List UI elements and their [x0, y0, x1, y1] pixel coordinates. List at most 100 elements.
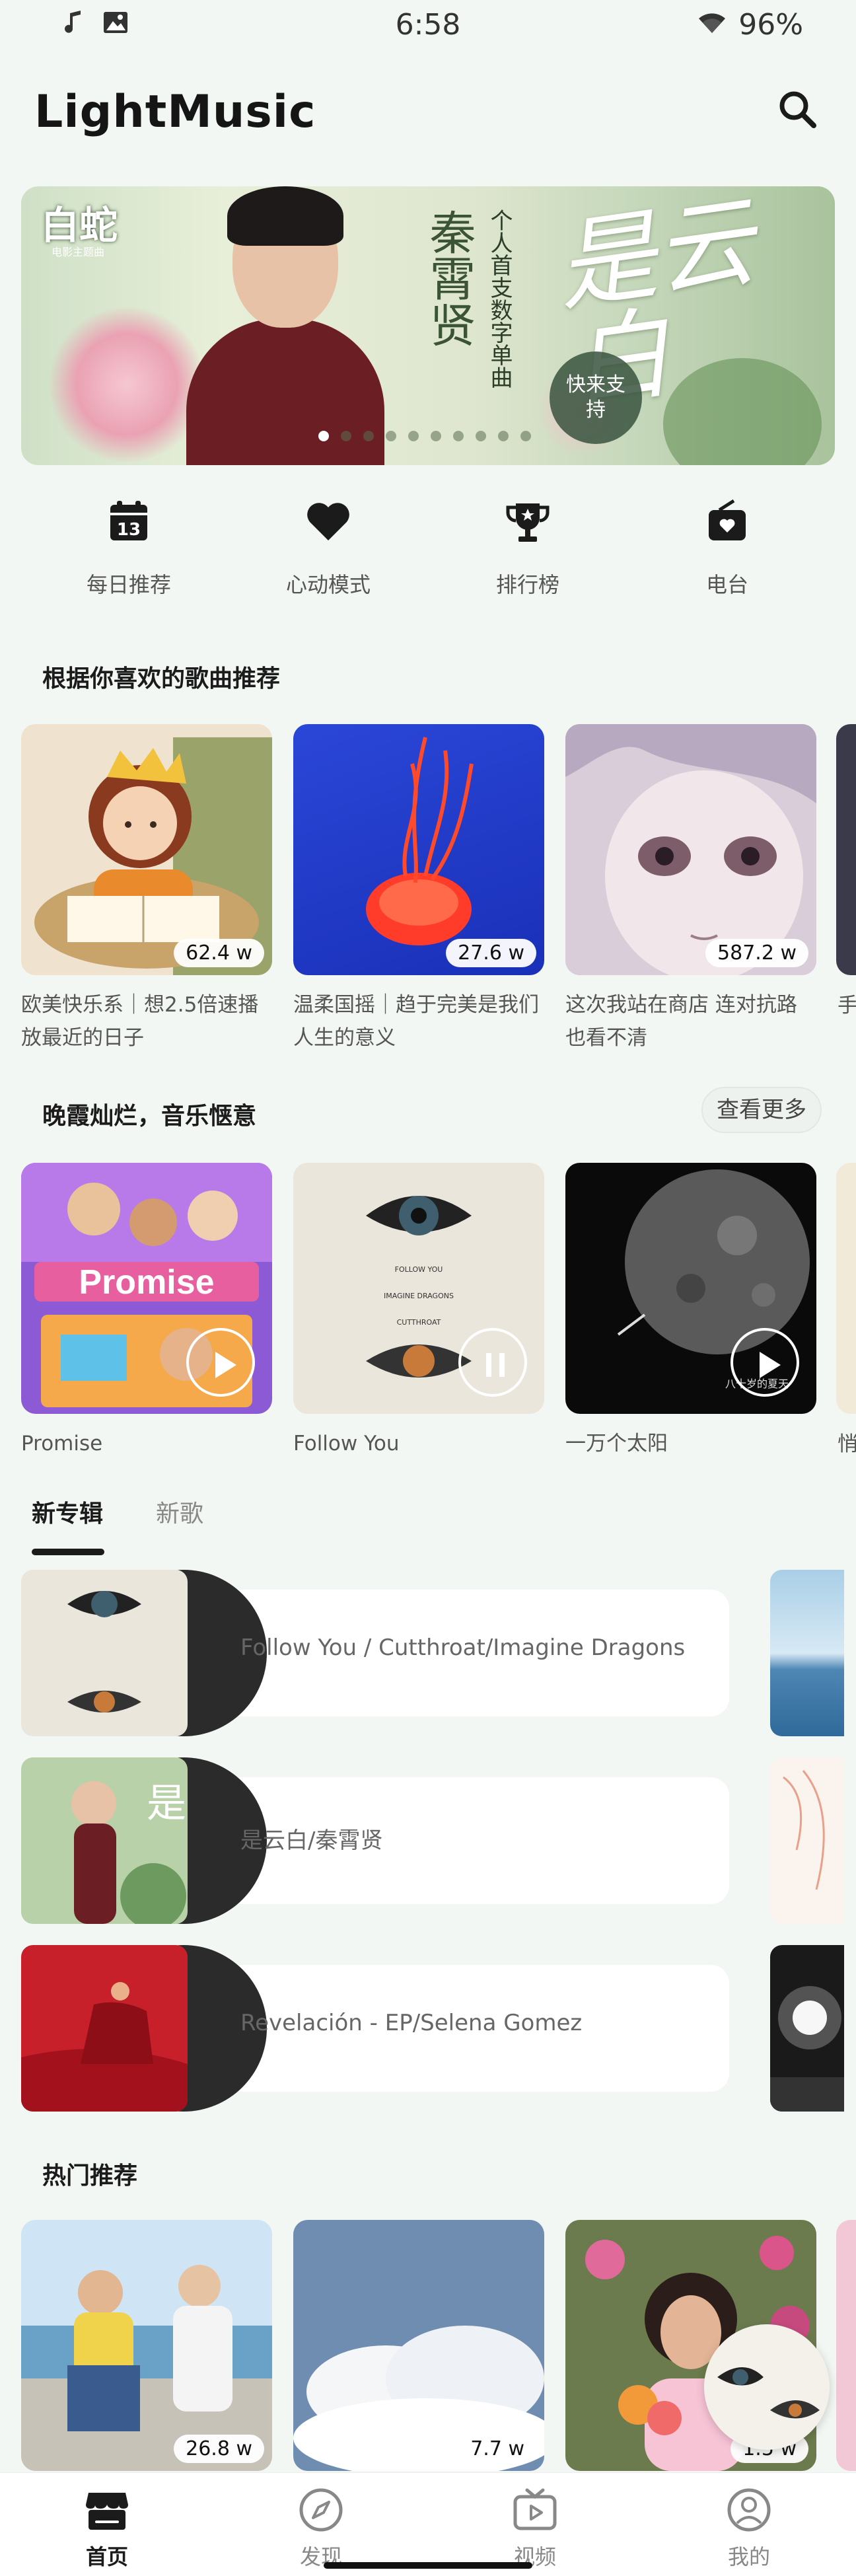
playlist-cover: 62.4 w — [21, 724, 272, 975]
song-title-peek: 悄 — [838, 1432, 856, 1456]
banner-seal: 快来支持 — [550, 351, 642, 444]
compass-icon — [296, 2485, 346, 2535]
play-icon — [760, 1352, 781, 1378]
album-item-peek[interactable] — [770, 1757, 844, 1924]
playlist-title: 这次我站在商店 连对抗路也看不清 — [565, 993, 797, 1050]
recommend-playlists: 62.4 w 欧美快乐系｜想2.5倍速播放最近的日子 27.6 w 温柔国摇｜趋… — [21, 724, 816, 1054]
song-cover: 八十岁的夏天 — [565, 1163, 816, 1414]
play-count-badge: 7.7 w — [458, 2435, 536, 2463]
playlist-card[interactable]: 62.4 w 欧美快乐系｜想2.5倍速播放最近的日子 — [21, 724, 272, 1054]
home-indicator — [324, 2562, 532, 2569]
play-count-badge: 62.4 w — [174, 939, 264, 967]
album-item-peek[interactable] — [770, 1945, 844, 2112]
radio-icon — [701, 496, 754, 548]
calendar-icon: 13 — [102, 496, 155, 548]
album-name: Revelación - EP/Selena Gomez — [240, 2010, 583, 2036]
home-icon — [82, 2485, 132, 2535]
pagination-dot[interactable] — [386, 431, 396, 441]
banner-lotus-decoration — [48, 305, 206, 464]
section-title-hot: 热门推荐 — [42, 2162, 138, 2190]
banner-artist-name: 秦霄贤 — [422, 209, 476, 348]
playlist-title-peek: 手 — [838, 994, 856, 1017]
pause-button[interactable] — [458, 1328, 527, 1397]
album-tabs: 新专辑 新歌 — [32, 1494, 203, 1555]
banner-pagination[interactable] — [318, 431, 531, 441]
song-cover: FOLLOW YOU IMAGINE DRAGONS CUTTHROAT — [293, 1163, 544, 1414]
svg-text:13: 13 — [117, 520, 141, 540]
pagination-dot[interactable] — [453, 431, 464, 441]
quick-heart-mode[interactable]: 心动模式 — [249, 496, 408, 608]
playlist-cover: 587.2 w — [565, 724, 816, 975]
quick-label: 每日推荐 — [86, 572, 171, 597]
video-icon — [510, 2485, 560, 2535]
song-card[interactable]: 八十岁的夏天 一万个太阳 — [565, 1163, 816, 1460]
playlist-cover: 26.8 w — [21, 2220, 272, 2471]
album-item[interactable]: Follow You / Cutthroat/Imagine Dragons — [21, 1570, 729, 1736]
song-title: Follow You — [293, 1432, 400, 1455]
heart-icon — [302, 496, 355, 548]
nav-discover[interactable]: 发现 — [255, 2473, 387, 2576]
playlist-card-peek[interactable] — [836, 724, 856, 975]
playlist-card-peek[interactable] — [836, 2220, 856, 2471]
album-item-peek[interactable] — [770, 1570, 844, 1736]
song-cover: Promise — [21, 1163, 272, 1414]
svg-text:Promise: Promise — [79, 1263, 214, 1302]
album-item[interactable]: Revelación - EP/Selena Gomez — [21, 1945, 729, 2112]
nav-label: 我的 — [727, 2544, 770, 2569]
quick-charts[interactable]: 排行榜 — [448, 496, 607, 608]
svg-text:是: 是 — [147, 1781, 186, 1827]
pagination-dot[interactable] — [431, 431, 441, 441]
song-card[interactable]: Promise Promise — [21, 1163, 272, 1460]
pagination-dot[interactable] — [363, 431, 374, 441]
tab-new-songs[interactable]: 新歌 — [156, 1494, 203, 1529]
pagination-dot[interactable] — [341, 431, 351, 441]
nav-video[interactable]: 视频 — [469, 2473, 601, 2576]
song-title: 一万个太阳 — [565, 1432, 668, 1455]
playlist-card[interactable]: 7.7 w — [293, 2220, 544, 2471]
song-card[interactable]: FOLLOW YOU IMAGINE DRAGONS CUTTHROAT Fol… — [293, 1163, 544, 1460]
playlist-card[interactable]: 587.2 w 这次我站在商店 连对抗路也看不清 — [565, 724, 816, 1054]
playlist-card[interactable]: 27.6 w 温柔国摇｜趋于完美是我们人生的意义 — [293, 724, 544, 1054]
nav-home[interactable]: 首页 — [41, 2473, 173, 2576]
pause-icon — [486, 1353, 491, 1377]
pagination-dot[interactable] — [520, 431, 531, 441]
tab-new-albums[interactable]: 新专辑 — [32, 1494, 105, 1555]
playlist-card[interactable]: 26.8 w — [21, 2220, 272, 2471]
see-more-button[interactable]: 查看更多 — [701, 1087, 822, 1133]
quick-label: 电台 — [705, 572, 748, 597]
quick-daily-recommend[interactable]: 13 每日推荐 — [50, 496, 208, 608]
pagination-dot[interactable] — [408, 431, 419, 441]
play-count-badge: 587.2 w — [705, 939, 808, 967]
battery-level: 96% — [738, 8, 803, 42]
album-name: 是云白/秦霄贤 — [240, 1827, 383, 1854]
quick-entries: 13 每日推荐 心动模式 排行榜 电台 — [0, 496, 856, 608]
status-right: 96% — [697, 8, 803, 42]
pagination-dot[interactable] — [498, 431, 509, 441]
nav-profile[interactable]: 我的 — [683, 2473, 815, 2576]
mini-player-disc[interactable] — [704, 2324, 830, 2450]
svg-text:CUTTHROAT: CUTTHROAT — [397, 1318, 441, 1327]
song-card-peek[interactable] — [836, 1163, 856, 1414]
play-icon — [215, 1352, 236, 1378]
search-button[interactable] — [771, 83, 824, 136]
banner-logo-subtitle: 电影主题曲 — [52, 246, 105, 258]
play-button[interactable] — [731, 1328, 799, 1397]
promo-banner[interactable]: 白蛇 电影主题曲 秦霄贤 个人首支数字单曲 是云白 快来支持 — [21, 186, 835, 465]
quick-radio[interactable]: 电台 — [648, 496, 806, 608]
play-button[interactable] — [186, 1328, 255, 1397]
album-cover — [21, 1945, 188, 2112]
pagination-dot[interactable] — [476, 431, 486, 441]
playlist-title: 温柔国摇｜趋于完美是我们人生的意义 — [293, 993, 539, 1050]
section-title-sunset: 晚霞灿烂，音乐惬意 — [42, 1103, 257, 1130]
pagination-dot[interactable] — [318, 431, 329, 441]
song-title: Promise — [21, 1432, 103, 1455]
section-title-recommend: 根据你喜欢的歌曲推荐 — [42, 665, 281, 692]
banner-artist-photo — [186, 186, 384, 465]
status-bar: 6:58 96% — [0, 0, 856, 53]
album-item[interactable]: 是 是云白/秦霄贤 — [21, 1757, 729, 1924]
quick-label: 心动模式 — [285, 572, 371, 597]
hot-playlists: 26.8 w 7.7 w 1.5 w — [21, 2220, 816, 2471]
quick-label: 排行榜 — [495, 572, 559, 597]
banner-subtitle: 个人首支数字单曲 — [486, 209, 513, 388]
search-icon — [779, 91, 816, 128]
